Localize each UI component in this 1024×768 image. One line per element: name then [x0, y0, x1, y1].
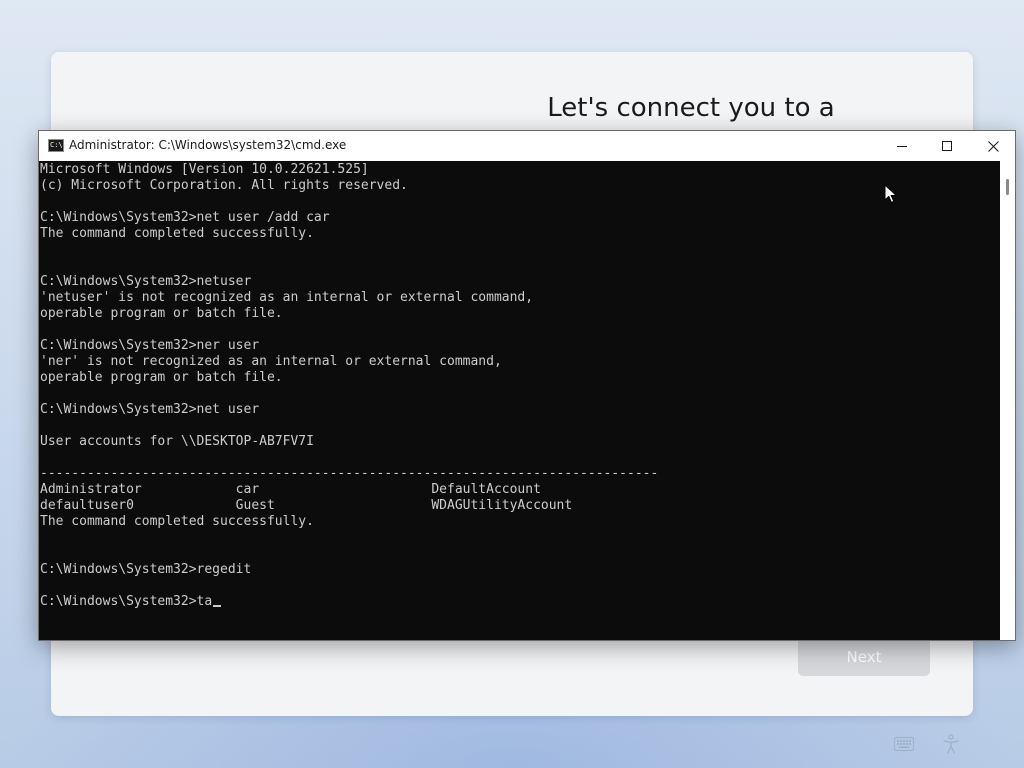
console-output[interactable]: Microsoft Windows [Version 10.0.22621.52…: [39, 161, 999, 640]
accessibility-icon[interactable]: [940, 734, 962, 754]
close-icon: [987, 140, 999, 152]
console-line: (c) Microsoft Corporation. All rights re…: [40, 178, 408, 193]
cmd-window: C:\ Administrator: C:\Windows\system32\c…: [38, 130, 1016, 641]
minimize-button[interactable]: [880, 131, 924, 161]
minimize-icon: [897, 146, 907, 147]
scroll-thumb[interactable]: [1006, 179, 1009, 195]
window-title: Administrator: C:\Windows\system32\cmd.e…: [69, 138, 347, 152]
mouse-pointer-icon: [884, 184, 897, 203]
console-line: C:\Windows\System32>ner user: [40, 338, 260, 353]
console-line: Administrator car DefaultAccount: [40, 482, 541, 497]
console-line: C:\Windows\System32>regedit: [40, 562, 252, 577]
cmd-icon[interactable]: C:\: [48, 139, 64, 152]
maximize-button[interactable]: [925, 131, 969, 161]
console-prompt-line: C:\Windows\System32>ta: [40, 594, 222, 610]
console-line: C:\Windows\System32>net user /add car: [40, 210, 330, 225]
scrollbar[interactable]: [1000, 161, 1015, 640]
next-button[interactable]: Next: [798, 637, 930, 676]
console-line: operable program or batch file.: [40, 370, 283, 385]
console-line: Microsoft Windows [Version 10.0.22621.52…: [40, 162, 369, 177]
console-line: operable program or batch file.: [40, 306, 283, 321]
close-button[interactable]: [971, 131, 1015, 161]
console-line: C:\Windows\System32>netuser: [40, 274, 252, 289]
console-line: User accounts for \\DESKTOP-AB7FV7I: [40, 434, 314, 449]
titlebar[interactable]: C:\ Administrator: C:\Windows\system32\c…: [39, 131, 1015, 161]
console-line: defaultuser0 Guest WDAGUtilityAccount: [40, 498, 573, 513]
text-cursor: [213, 605, 222, 607]
console-line: 'ner' is not recognized as an internal o…: [40, 354, 502, 369]
console-line: The command completed successfully.: [40, 514, 314, 529]
console-line: ----------------------------------------…: [40, 466, 659, 481]
console-line: C:\Windows\System32>net user: [40, 402, 260, 417]
console-line: The command completed successfully.: [40, 226, 314, 241]
keyboard-icon[interactable]: [893, 734, 915, 754]
maximize-icon: [942, 141, 952, 151]
console-line: 'netuser' is not recognized as an intern…: [40, 290, 534, 305]
